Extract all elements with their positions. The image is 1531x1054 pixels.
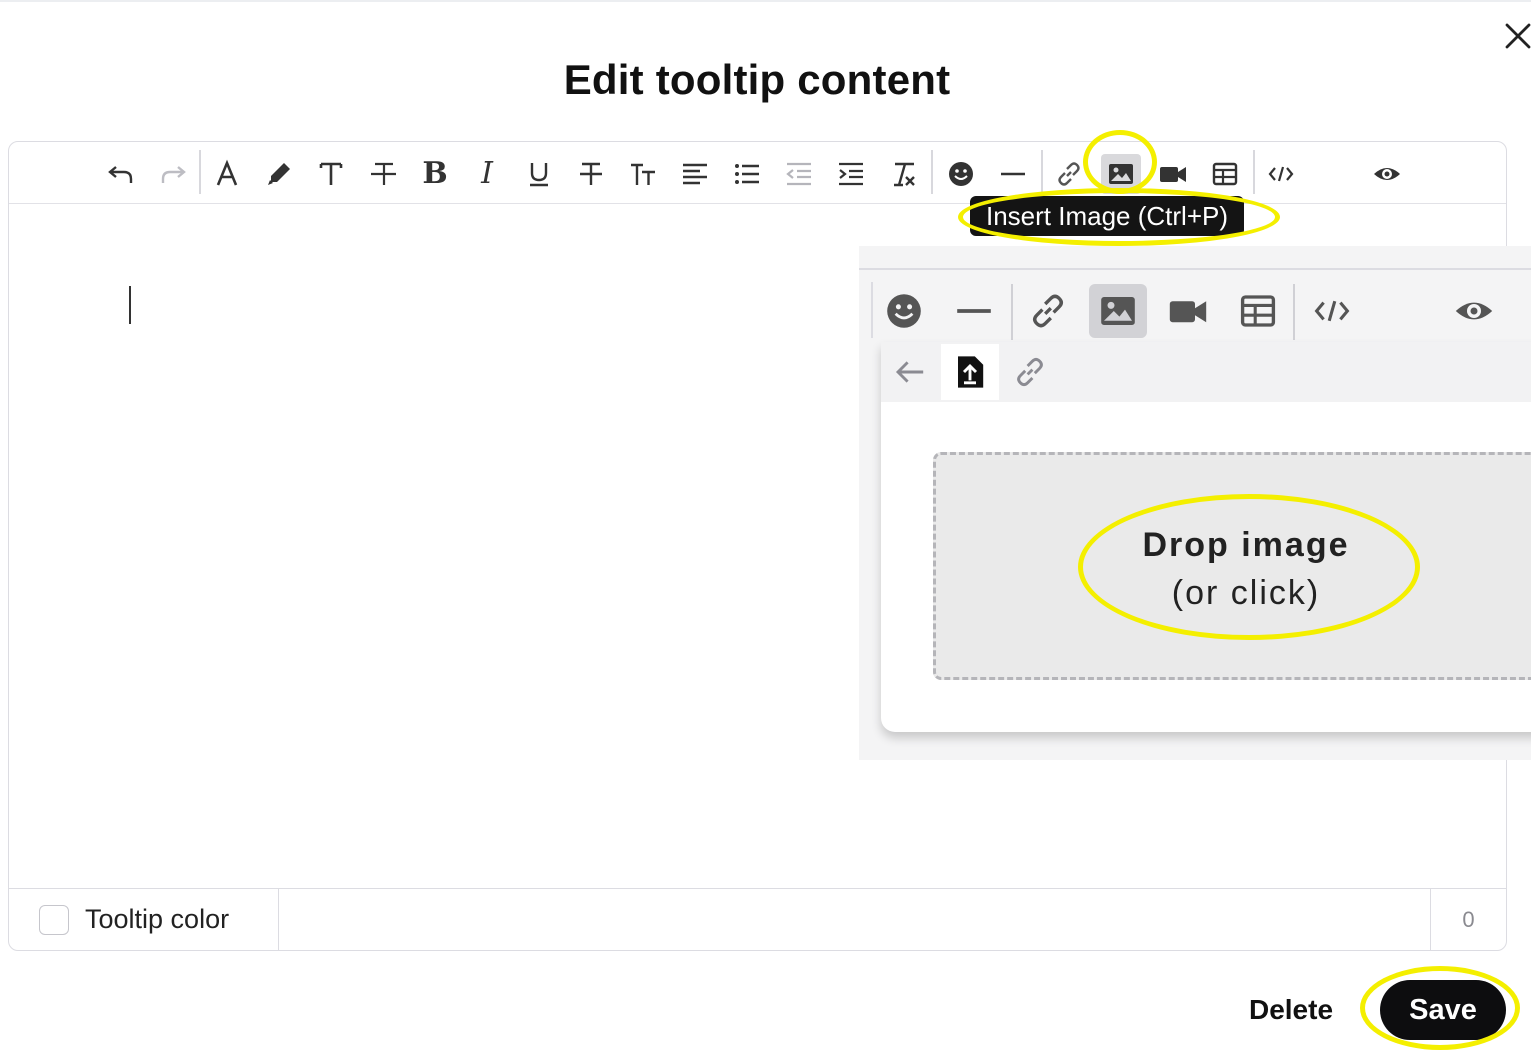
image-icon bbox=[1101, 297, 1135, 325]
table-icon bbox=[1240, 295, 1276, 327]
small-caps-icon bbox=[631, 163, 655, 185]
link-button[interactable] bbox=[1019, 284, 1077, 338]
highlight-button[interactable] bbox=[259, 154, 299, 194]
text-cursor bbox=[129, 286, 131, 324]
link-icon bbox=[1017, 357, 1043, 387]
dropzone-title: Drop image bbox=[1142, 526, 1350, 564]
outdent-button[interactable] bbox=[779, 154, 819, 194]
preview-icon bbox=[1455, 302, 1493, 320]
link-button[interactable] bbox=[1049, 154, 1089, 194]
bold-button[interactable]: B bbox=[415, 154, 455, 194]
undo-icon bbox=[108, 166, 133, 183]
code-view-button[interactable] bbox=[1261, 154, 1301, 194]
table-icon bbox=[1212, 162, 1238, 186]
undo-button[interactable] bbox=[101, 154, 141, 194]
insert-video-button[interactable] bbox=[1159, 284, 1217, 338]
video-icon bbox=[1169, 301, 1207, 323]
highlight-icon bbox=[268, 163, 290, 185]
clear-format-button[interactable] bbox=[883, 154, 923, 194]
dialog-title: Edit tooltip content bbox=[563, 56, 951, 103]
strikethrough-button[interactable] bbox=[571, 154, 611, 194]
link-icon bbox=[1058, 162, 1080, 186]
code-view-icon bbox=[1268, 166, 1294, 182]
character-counter: 0 bbox=[1430, 889, 1506, 950]
upload-icon bbox=[958, 356, 984, 388]
dropzone-subtitle: (or click) bbox=[1171, 574, 1321, 612]
toolbar-separator bbox=[1041, 150, 1043, 194]
insert-image-tooltip: Insert Image (Ctrl+P) bbox=[970, 196, 1245, 236]
insert-table-button[interactable] bbox=[1205, 154, 1245, 194]
toolbar-separator bbox=[199, 150, 201, 194]
line-height-icon bbox=[371, 162, 396, 185]
emoji-button[interactable] bbox=[941, 154, 981, 194]
italic-button[interactable]: I bbox=[467, 154, 507, 194]
insert-image-button[interactable] bbox=[1089, 284, 1147, 338]
subscript-button[interactable] bbox=[623, 154, 663, 194]
delete-button[interactable]: Delete bbox=[1234, 988, 1348, 1032]
close-button[interactable] bbox=[1500, 18, 1531, 54]
close-icon bbox=[1505, 23, 1531, 49]
bold-icon: B bbox=[422, 156, 448, 191]
back-arrow-icon bbox=[895, 361, 924, 383]
font-size-button[interactable] bbox=[311, 154, 351, 194]
video-icon bbox=[1160, 167, 1186, 182]
url-tab[interactable] bbox=[1001, 344, 1059, 400]
insert-image-button[interactable] bbox=[1101, 154, 1141, 194]
font-color-icon bbox=[216, 159, 238, 186]
redo-icon bbox=[161, 166, 186, 183]
insert-table-button[interactable] bbox=[1229, 284, 1287, 338]
code-view-button[interactable] bbox=[1303, 284, 1361, 338]
preview-icon bbox=[1374, 168, 1400, 180]
line-height-button[interactable] bbox=[363, 154, 403, 194]
popup-tabs bbox=[881, 342, 1531, 402]
top-divider bbox=[0, 0, 1531, 2]
toolbar-separator bbox=[931, 150, 933, 194]
editor-toolbar: B I bbox=[9, 142, 1506, 204]
tooltip-color-checkbox[interactable] bbox=[39, 904, 69, 935]
zoomed-inset: Drop image (or click) bbox=[859, 246, 1531, 760]
toolbar-separator bbox=[871, 282, 873, 338]
indent-icon bbox=[839, 162, 863, 186]
align-button[interactable] bbox=[675, 154, 715, 194]
italic-icon: I bbox=[481, 156, 493, 191]
horizontal-rule-button[interactable] bbox=[993, 154, 1033, 194]
code-view-icon bbox=[1314, 300, 1350, 322]
text-size-icon bbox=[319, 162, 343, 185]
bullet-list-icon bbox=[735, 164, 759, 184]
insert-video-button[interactable] bbox=[1153, 154, 1193, 194]
horizontal-rule-button[interactable] bbox=[945, 284, 1003, 338]
inset-divider bbox=[859, 268, 1531, 270]
dropzone-text: Drop image (or click) bbox=[936, 521, 1531, 617]
link-icon bbox=[1033, 294, 1063, 328]
preview-button[interactable] bbox=[1367, 154, 1407, 194]
align-left-icon bbox=[683, 163, 707, 185]
toolbar-separator bbox=[1253, 150, 1255, 194]
list-button[interactable] bbox=[727, 154, 767, 194]
tooltip-color-cell: Tooltip color bbox=[9, 889, 279, 950]
upload-tab[interactable] bbox=[941, 344, 999, 400]
emoji-icon bbox=[949, 162, 973, 186]
image-dropzone[interactable]: Drop image (or click) bbox=[933, 452, 1531, 680]
preview-button[interactable] bbox=[1445, 284, 1503, 338]
font-color-button[interactable] bbox=[207, 154, 247, 194]
editor-footer: Tooltip color 0 bbox=[9, 888, 1506, 950]
emoji-icon bbox=[887, 294, 921, 328]
back-button[interactable] bbox=[881, 344, 939, 400]
image-icon bbox=[1109, 164, 1133, 184]
insert-image-popup: Drop image (or click) bbox=[881, 342, 1531, 732]
toolbar-separator bbox=[1011, 284, 1013, 340]
save-button[interactable]: Save bbox=[1380, 980, 1506, 1040]
tooltip-color-label: Tooltip color bbox=[85, 904, 230, 934]
horizontal-rule-icon bbox=[957, 309, 991, 313]
toolbar-separator bbox=[1293, 284, 1295, 340]
redo-button[interactable] bbox=[153, 154, 193, 194]
strikethrough-icon bbox=[580, 162, 602, 185]
emoji-button[interactable] bbox=[875, 284, 933, 338]
underline-button[interactable] bbox=[519, 154, 559, 194]
indent-button[interactable] bbox=[831, 154, 871, 194]
outdent-icon bbox=[786, 162, 811, 186]
clear-format-icon bbox=[894, 162, 915, 187]
underline-icon bbox=[530, 163, 548, 187]
horizontal-rule-icon bbox=[1001, 172, 1025, 176]
